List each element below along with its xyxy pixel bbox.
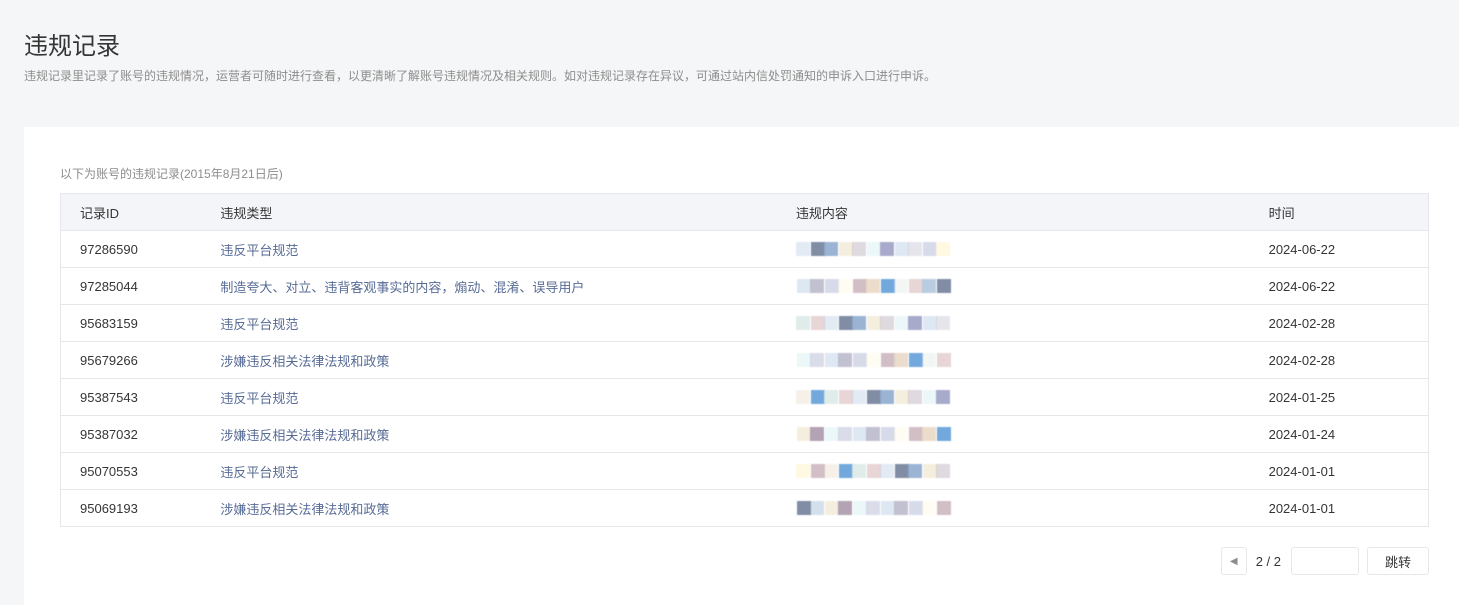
- pixelated-content: [796, 342, 1016, 378]
- violation-type: 制造夸大、对立、违背客观事实的内容，煽动、混淆、误导用户: [220, 267, 796, 305]
- table-header-row: 记录ID 违规类型 违规内容 时间: [60, 193, 1429, 231]
- violation-content: [795, 415, 1269, 453]
- column-header-content: 违规内容: [795, 193, 1269, 231]
- pixelated-content: [796, 416, 1016, 452]
- table-row: 95070553 违反平台规范 2024-01-01: [60, 452, 1429, 490]
- violation-records-table: 记录ID 违规类型 违规内容 时间 97286590 违反平台规范 2024-06-…: [60, 193, 1429, 527]
- jump-button[interactable]: 跳转: [1367, 547, 1429, 575]
- record-id: 95683159: [60, 304, 221, 342]
- violation-type: 涉嫌违反相关法律法规和政策: [220, 415, 796, 453]
- violation-content: [795, 452, 1269, 490]
- violation-type: 违反平台规范: [220, 230, 796, 268]
- records-panel: 以下为账号的违规记录(2015年8月21日后) 记录ID 违规类型 违规内容 时…: [24, 127, 1459, 605]
- column-header-time: 时间: [1268, 193, 1429, 231]
- violation-type: 违反平台规范: [220, 378, 796, 416]
- pixelated-content: [795, 379, 1016, 415]
- pixelated-content: [796, 268, 1016, 304]
- pixelated-content: [795, 453, 1016, 489]
- record-time: 2024-06-22: [1268, 267, 1429, 305]
- table-row: 95387543 违反平台规范 2024-01-25: [60, 378, 1429, 416]
- pixelated-content: [795, 231, 1016, 267]
- table-caption: 以下为账号的违规记录(2015年8月21日后): [60, 167, 283, 181]
- table-row: 95069193 涉嫌违反相关法律法规和政策 2024-01-01: [60, 489, 1429, 527]
- record-time: 2024-01-01: [1268, 489, 1429, 527]
- violation-content: [795, 378, 1269, 416]
- page-description: 违规记录里记录了账号的违规情况，运营者可随时进行查看，以更清晰了解账号违规情况及…: [24, 69, 937, 83]
- table-row: 97285044 制造夸大、对立、违背客观事实的内容，煽动、混淆、误导用户 2024…: [60, 267, 1429, 305]
- column-header-type: 违规类型: [220, 193, 796, 231]
- record-id: 95387543: [60, 378, 221, 416]
- page-jump-input[interactable]: [1291, 547, 1359, 575]
- caret-left-icon[interactable]: ◀: [1220, 547, 1247, 575]
- table-row: 95387032 涉嫌违反相关法律法规和政策 2024-01-24: [60, 415, 1429, 453]
- pixelated-content: [796, 490, 1016, 526]
- record-time: 2024-02-28: [1268, 304, 1429, 342]
- record-id: 97286590: [60, 230, 221, 268]
- pixelated-content: [795, 305, 1016, 341]
- record-time: 2024-01-24: [1268, 415, 1429, 453]
- page-title: 违规记录: [24, 33, 120, 61]
- record-time: 2024-01-25: [1268, 378, 1429, 416]
- table-row: 95683159 违反平台规范 2024-02-28: [60, 304, 1429, 342]
- record-time: 2024-01-01: [1268, 452, 1429, 490]
- violation-content: [795, 341, 1269, 379]
- violation-type: 违反平台规范: [220, 304, 796, 342]
- table-row: 95679266 涉嫌违反相关法律法规和政策 2024-02-28: [60, 341, 1429, 379]
- violation-content: [795, 267, 1269, 305]
- record-id: 95070553: [60, 452, 221, 490]
- violation-type: 涉嫌违反相关法律法规和政策: [220, 489, 796, 527]
- record-id: 95387032: [60, 415, 221, 453]
- record-id: 97285044: [60, 267, 221, 305]
- violation-content: [795, 230, 1269, 268]
- violation-type: 涉嫌违反相关法律法规和政策: [220, 341, 796, 379]
- table-row: 97286590 违反平台规范 2024-06-22: [60, 230, 1429, 268]
- record-id: 95679266: [60, 341, 221, 379]
- violation-content: [795, 304, 1269, 342]
- record-time: 2024-02-28: [1268, 341, 1429, 379]
- record-id: 95069193: [60, 489, 221, 527]
- pagination: ◀ 2 / 2 跳转: [1220, 547, 1429, 575]
- page-indicator: 2 / 2: [1255, 553, 1281, 569]
- record-time: 2024-06-22: [1268, 230, 1429, 268]
- column-header-id: 记录ID: [60, 193, 221, 231]
- violation-content: [795, 489, 1269, 527]
- violation-type: 违反平台规范: [220, 452, 796, 490]
